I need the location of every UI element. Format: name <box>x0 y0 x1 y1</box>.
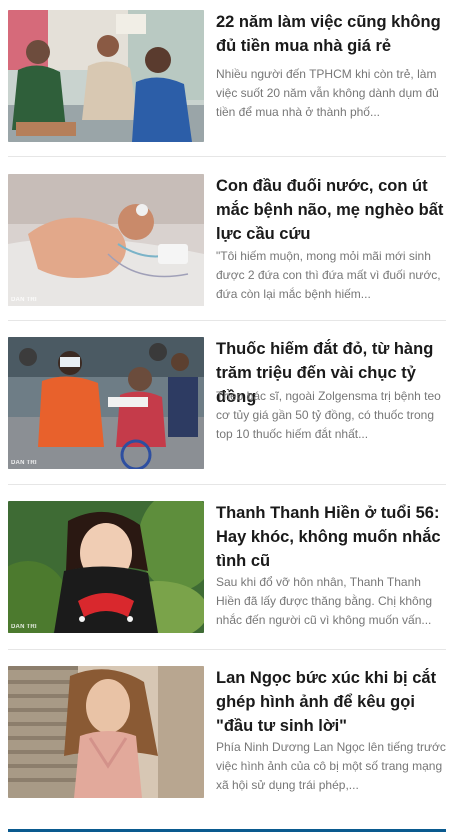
article-thumbnail[interactable] <box>8 666 204 798</box>
news-feed: 22 năm làm việc cũng không đủ tiền mua n… <box>0 0 460 838</box>
article-thumbnail[interactable]: DAN TRI <box>8 501 204 633</box>
article-item[interactable]: DAN TRI Thanh Thanh Hiền ở tuổi 56: Hay … <box>8 501 446 651</box>
article-thumbnail[interactable]: DAN TRI <box>8 337 204 469</box>
divider <box>8 649 446 650</box>
divider <box>8 320 446 321</box>
article-summary: Phía Ninh Dương Lan Ngọc lên tiếng trước… <box>216 740 446 792</box>
article-title[interactable]: Con đầu đuối nước, con út mắc bệnh não, … <box>216 174 448 246</box>
article-summary: Nhiều người đến TPHCM khi còn trẻ, làm v… <box>216 67 439 119</box>
article-thumbnail[interactable]: DAN TRI <box>8 174 204 306</box>
article-summary: Sau khi đổ vỡ hôn nhân, Thanh Thanh Hiền… <box>216 575 433 627</box>
article-title[interactable]: Thanh Thanh Hiền ở tuổi 56: Hay khóc, kh… <box>216 501 448 573</box>
article-item[interactable]: DAN TRI Thuốc hiếm đắt đỏ, từ hàng trăm … <box>8 337 446 487</box>
article-item[interactable]: Lan Ngọc bức xúc khi bị cắt ghép hình ản… <box>8 666 446 816</box>
article-summary: "Tôi hiếm muộn, mong mỏi mãi mới sinh đư… <box>216 249 441 301</box>
article-title[interactable]: Lan Ngọc bức xúc khi bị cắt ghép hình ản… <box>216 666 448 738</box>
section-divider-bar <box>8 829 446 832</box>
watermark: DAN TRI <box>11 460 37 466</box>
article-title[interactable]: 22 năm làm việc cũng không đủ tiền mua n… <box>216 10 448 58</box>
article-item[interactable]: DAN TRI Con đầu đuối nước, con út mắc bệ… <box>8 174 446 324</box>
article-thumbnail[interactable] <box>8 10 204 142</box>
watermark: DAN TRI <box>11 624 37 630</box>
article-item[interactable]: 22 năm làm việc cũng không đủ tiền mua n… <box>8 10 446 160</box>
watermark: DAN TRI <box>11 297 37 303</box>
divider <box>8 156 446 157</box>
article-summary: Theo bác sĩ, ngoài Zolgensma trị bệnh te… <box>216 389 441 441</box>
divider <box>8 484 446 485</box>
